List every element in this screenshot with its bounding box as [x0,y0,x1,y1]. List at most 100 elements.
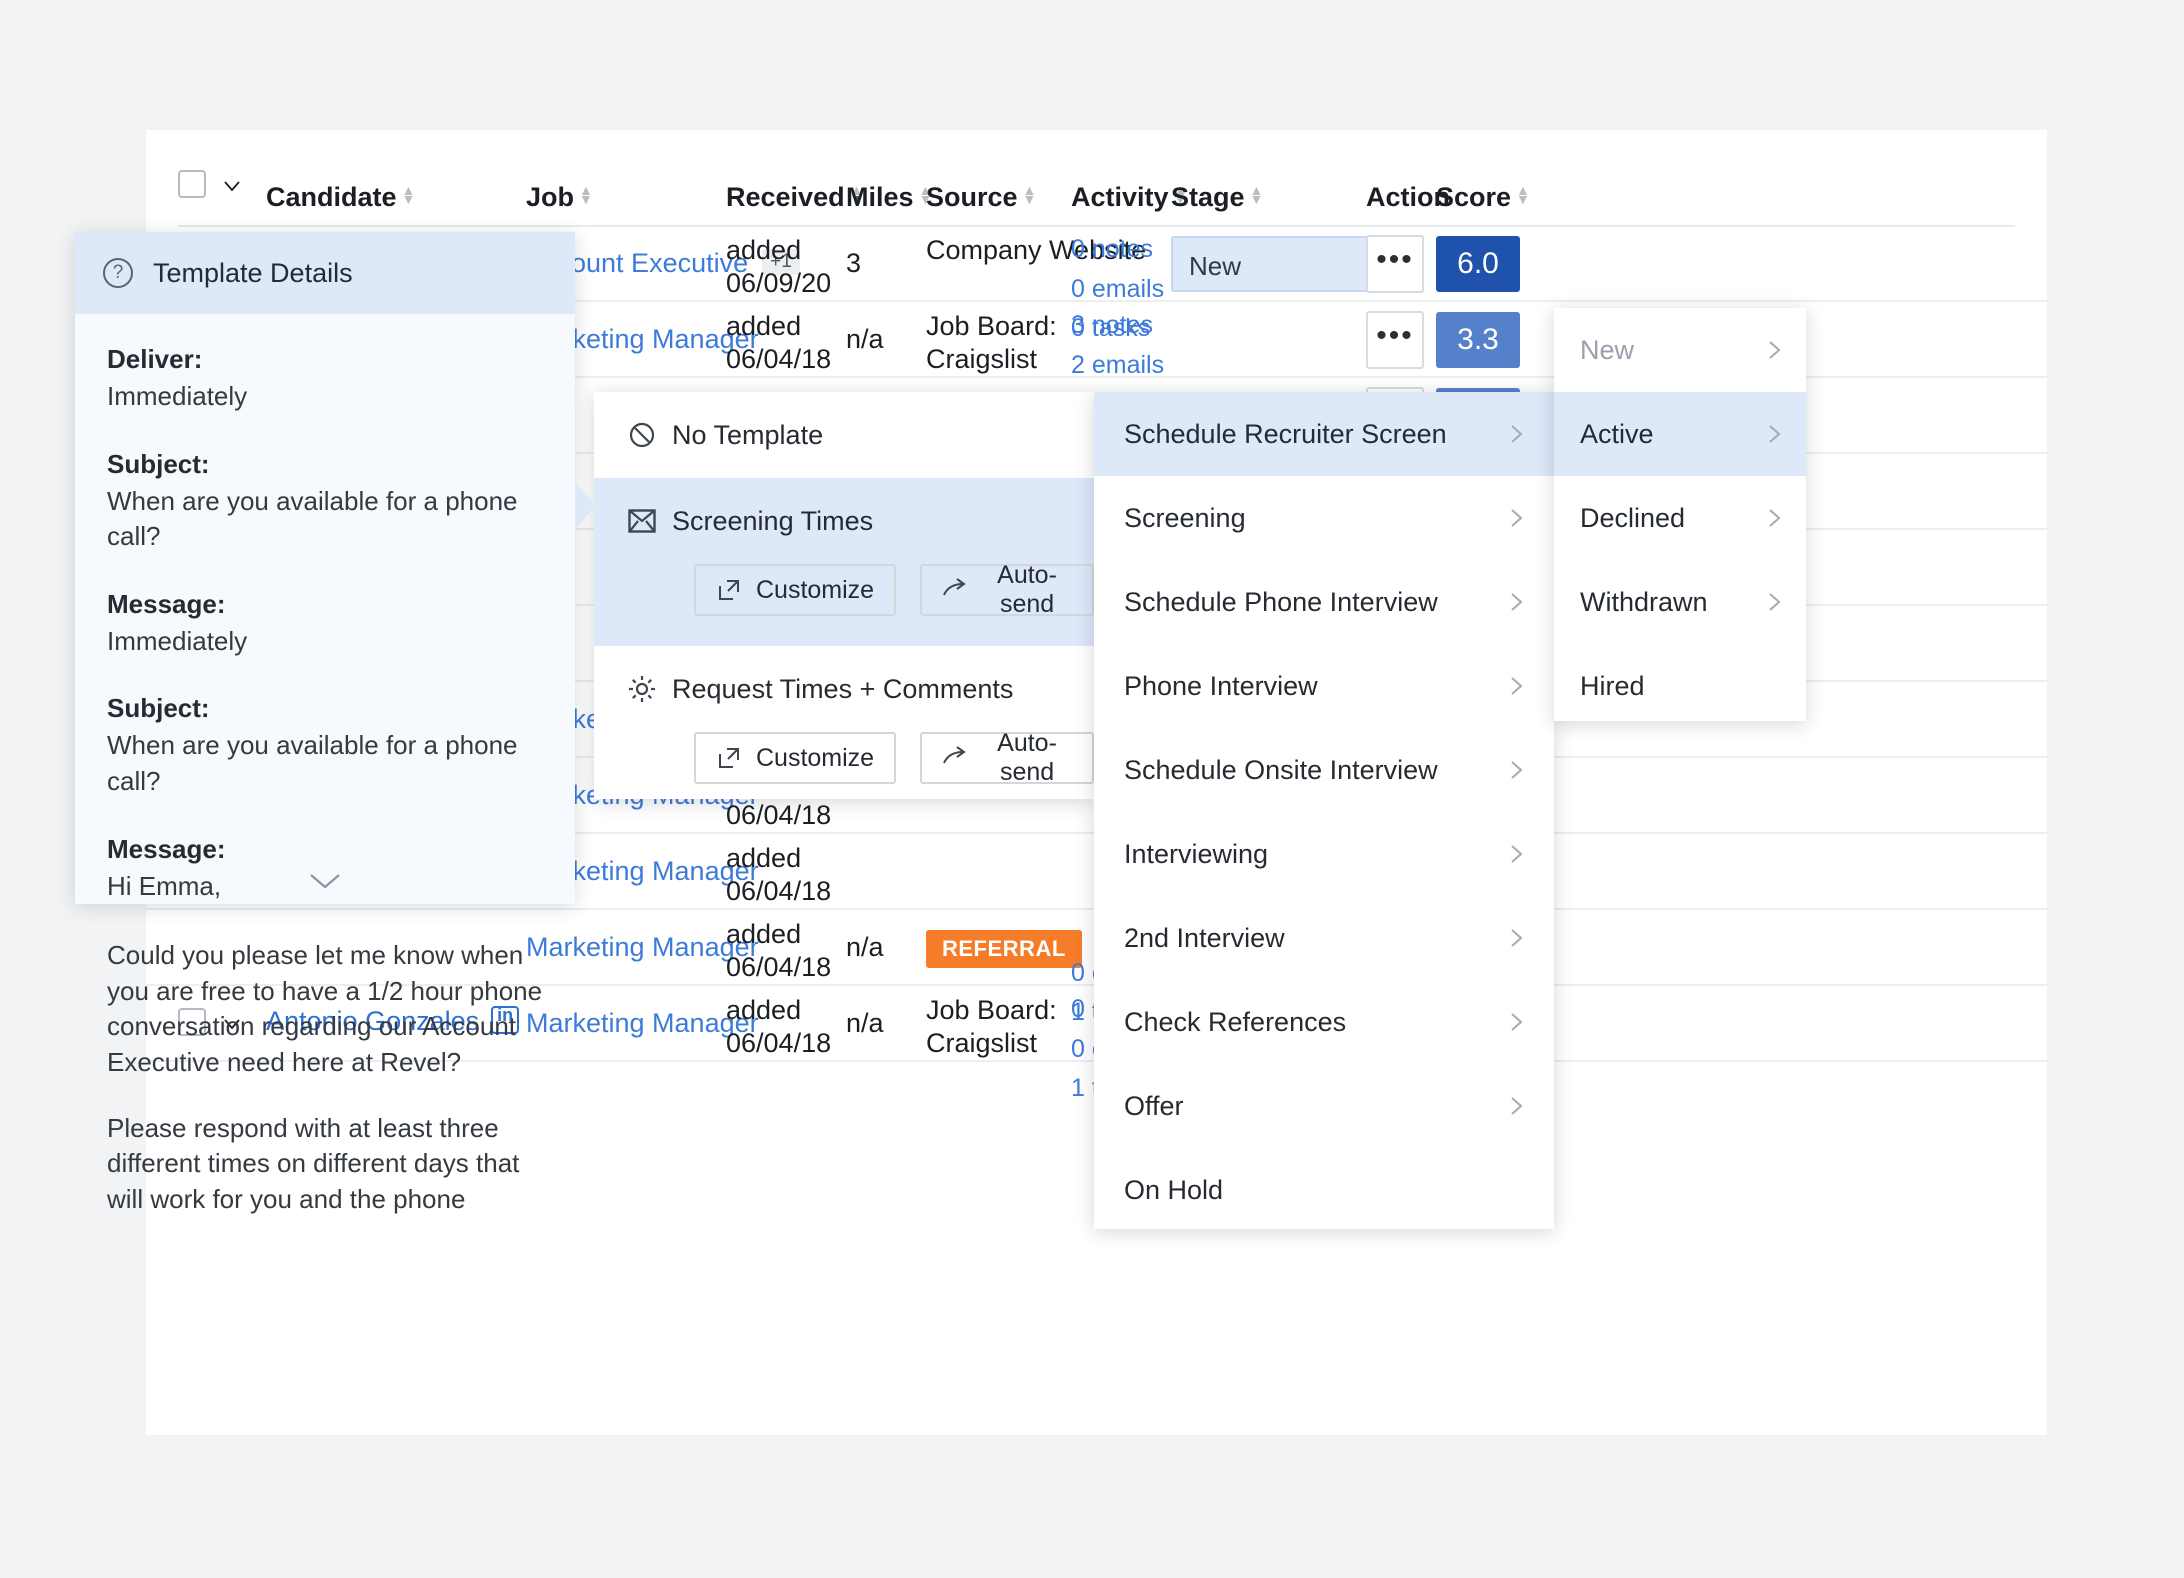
status-menu-item-label: Withdrawn [1580,586,1708,617]
column-header-label: Miles [846,182,914,212]
stage-menu-item[interactable]: Offer [1094,1064,1554,1148]
column-header-label: Score [1436,182,1512,212]
chevron-right-icon [1506,676,1526,696]
auto-send-label: Auto-send [997,729,1057,786]
message-label-2: Message: [107,833,226,864]
stage-menu-item[interactable]: Screening [1094,476,1554,560]
status-menu-item[interactable]: Withdrawn [1554,560,1806,644]
stage-menu-item[interactable]: On Hold [1094,1148,1554,1232]
customize-label: Customize [756,575,875,604]
auto-send-button[interactable]: Auto-send [920,561,1094,618]
message-label-1: Message: [107,588,226,619]
stage-menu-item-label: 2nd Interview [1124,922,1285,953]
template-menu-item[interactable]: No Template [594,392,1094,478]
message-paragraph-1: Could you please let me know when you ar… [107,940,543,1078]
send-arrow-icon [942,745,968,771]
stage-menu-item-label: Schedule Onsite Interview [1124,754,1438,785]
received-date: added06/04/18 [726,919,832,983]
auto-send-button[interactable]: Auto-send [920,729,1094,786]
stage-menu-item[interactable]: 2nd Interview [1094,896,1554,980]
column-header-label: Candidate [266,182,397,212]
stage-menu-item-label: Check References [1124,1006,1347,1037]
column-header-stage[interactable]: Stage ▲ ▼ [1171,182,1263,213]
customize-button[interactable]: Customize [694,732,897,784]
status-menu-item[interactable]: New [1554,308,1806,392]
chevron-right-icon [1506,1096,1526,1116]
chevron-right-icon [1506,508,1526,528]
chevron-right-icon [1764,592,1784,612]
received-date: added06/04/18 [726,311,832,375]
stage-menu-item-label: Interviewing [1124,838,1269,869]
template-details-body: Deliver: Immediately Subject: When are y… [75,314,575,1218]
column-header-miles[interactable]: Miles ▲ ▼ [846,182,932,213]
chevron-right-icon [1764,508,1784,528]
column-header-score[interactable]: Score ▲ ▼ [1436,182,1530,213]
sort-arrows-icon[interactable]: ▲ ▼ [1516,183,1530,206]
source-value: Job Board: Craigslist [926,311,1057,375]
template-menu-item-label: No Template [672,419,824,450]
customize-label: Customize [756,743,875,772]
help-icon[interactable]: ? [103,258,133,288]
stage-menu-item[interactable]: Schedule Onsite Interview [1094,728,1554,812]
column-header-label: Stage [1171,182,1245,212]
sort-arrows-icon[interactable]: ▲ ▼ [579,183,593,206]
external-link-icon [716,577,742,603]
gear-icon [628,675,672,703]
external-link-icon [716,745,742,771]
column-header-source[interactable]: Source ▲ ▼ [926,182,1036,213]
subject-value-2: When are you available for a phone call? [107,730,518,797]
status-menu-item[interactable]: Active [1554,392,1806,476]
deliver-label: Deliver: [107,344,203,374]
sort-arrows-icon[interactable]: ▲ ▼ [1023,183,1037,206]
chevron-right-icon [1764,424,1784,444]
stage-menu-item-label: On Hold [1124,1174,1224,1205]
miles-value: n/a [846,1008,884,1038]
row-actions-button[interactable]: ••• [1366,311,1424,369]
subject-value-1: When are you available for a phone call? [107,485,518,552]
customize-button[interactable]: Customize [694,564,897,616]
chevron-right-icon [1506,928,1526,948]
stage-menu-item[interactable]: Interviewing [1094,812,1554,896]
column-header-candidate[interactable]: Candidate ▲ ▼ [266,182,415,213]
column-header-label: Job [526,182,575,212]
template-menu-item[interactable]: Request Times + Comments Customize Auto-se… [594,646,1094,814]
expand-more-chevron-down-icon[interactable] [75,872,575,890]
sort-arrows-icon[interactable]: ▲ ▼ [402,183,416,206]
column-header-activity[interactable]: Activity ▲ ▼ [1071,182,1187,213]
stage-menu-item[interactable]: Check References [1094,980,1554,1064]
template-details-pointer [575,482,595,530]
status-menu-item-label: New [1580,334,1635,365]
chevron-right-icon [1506,424,1526,444]
template-menu-item[interactable]: Screening Times Customize Auto-send [594,478,1094,646]
stage-menu-item[interactable]: Phone Interview [1094,644,1554,728]
column-header-label: Source [926,182,1018,212]
stage-menu-item[interactable]: Schedule Phone Interview [1094,560,1554,644]
subject-label-1: Subject: [107,448,210,479]
send-arrow-icon [942,577,968,603]
column-header-job[interactable]: Job ▲ ▼ [526,182,593,213]
stage-menu-item[interactable]: Schedule Recruiter Screen [1094,392,1554,476]
template-details-header: ? Template Details [75,232,575,314]
message-paragraph-2: Please respond with at least three diffe… [107,1112,520,1214]
column-header-label: Activity [1071,182,1169,212]
select-all-checkbox[interactable] [178,170,206,198]
stage-menu-item-label: Schedule Recruiter Screen [1124,418,1447,449]
stage-dropdown-value: New [1189,251,1242,281]
expand-all-chevron-down-icon[interactable] [222,176,242,196]
screen-root: Candidate ▲ ▼ Job ▲ ▼ Received ▲ ▼ Miles ▲ ▼ Source ▲… [0,0,2184,1578]
template-selection-menu: No Template Screening Times Customize Auto-… [594,392,1094,799]
status-menu-item-label: Declined [1580,502,1686,533]
stage-selection-menu: Schedule Recruiter Screen Screening Schedu… [1094,392,1554,1229]
column-header-received[interactable]: Received ▲ ▼ [726,182,863,213]
template-menu-item-label: Request Times + Comments [672,673,1014,704]
sort-arrows-icon[interactable]: ▲ ▼ [1250,183,1264,206]
status-menu-item-label: Active [1580,418,1654,449]
row-actions-button[interactable]: ••• [1366,235,1424,293]
status-menu-item[interactable]: Hired [1554,644,1806,728]
chevron-right-icon [1506,844,1526,864]
miles-value: n/a [846,932,884,962]
chevron-right-icon [1506,1012,1526,1032]
status-menu-item[interactable]: Declined [1554,476,1806,560]
template-menu-item-label: Screening Times [672,505,874,536]
miles-value: 3 [846,248,862,278]
